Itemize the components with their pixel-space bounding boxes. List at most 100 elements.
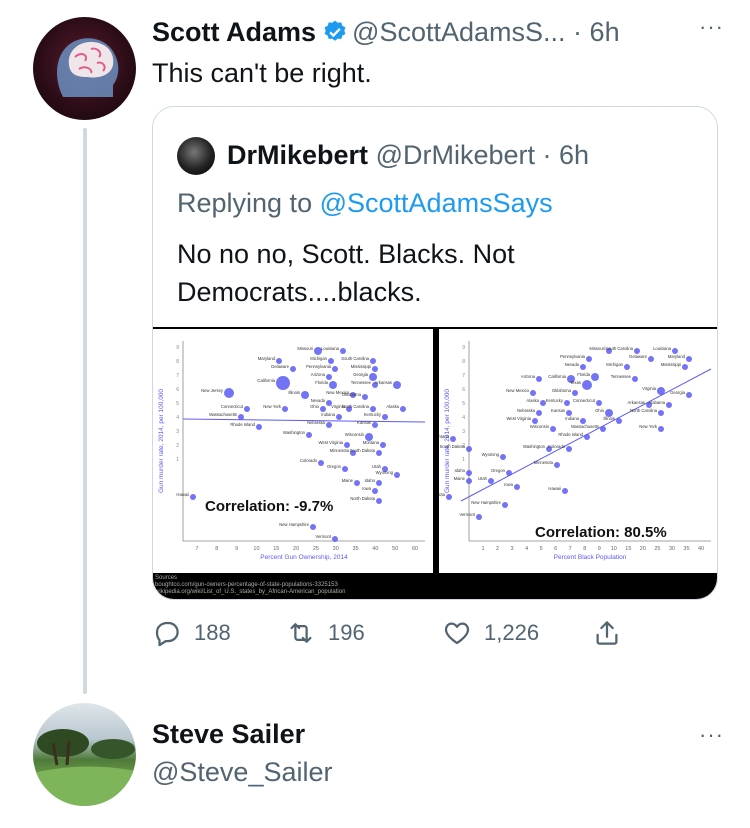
reply-count: 188 [194,620,231,645]
y-tick-label: 1 [462,457,465,463]
state-label: North Carolina [342,404,370,409]
quoted-tweet-card[interactable]: DrMikebert @DrMikebert · 6h Replying to … [152,106,718,600]
like-button[interactable]: 1,226 [442,618,539,648]
state-label: Kentucky [546,398,564,403]
tweet-time[interactable]: 6h [590,17,620,47]
regression-line [182,418,426,423]
x-tick-label: 25 [313,546,319,552]
next-tweet-author-handle[interactable]: @Steve_Sailer [152,754,333,790]
data-point [466,446,472,452]
data-point [550,426,556,432]
data-point [376,450,382,456]
data-point [336,414,342,420]
state-label: Louisiana [653,346,672,351]
retweet-count: 196 [328,620,365,645]
y-tick-label: 6 [176,387,179,393]
next-tweet-author-name[interactable]: Steve Sailer [152,716,305,752]
x-tick-label: 20 [293,546,299,552]
state-label: New Jersey [201,388,224,393]
data-point [382,414,388,420]
data-point [332,366,338,372]
x-tick-label: 10 [611,546,617,552]
y-tick-label: 9 [462,345,465,351]
state-label: Hawaii [176,492,189,497]
attached-chart-image[interactable]: 1 2 3 4 5 6 7 8 9 7 8 9 10 15 20 25 30 35 40 50 60 Percent Gu… [153,327,717,599]
state-label: Iowa [362,486,372,491]
reply-button[interactable]: 188 [152,618,231,648]
data-point [657,387,665,395]
x-tick-label: 40 [698,546,704,552]
y-tick-label: 9 [176,345,179,351]
state-label: Michigan [606,362,623,367]
state-label: Colorado [548,444,566,449]
state-label: Oklahoma [552,388,572,393]
state-label: Oregon [327,464,342,469]
author-name[interactable]: Scott Adams [152,17,316,47]
state-label: Wyoming [376,470,394,475]
data-point [564,400,570,406]
state-label: Arkansas [628,400,645,405]
more-icon[interactable]: ··· [699,722,724,748]
data-point [666,402,672,408]
data-point [372,422,378,428]
share-button[interactable] [592,618,634,648]
state-label: Minnesota [330,448,350,453]
data-point [342,466,348,472]
state-label: Arizona [311,372,326,377]
state-label: Tennessee [611,374,632,379]
quote-time: 6h [559,140,590,170]
state-label: Maine [454,476,466,481]
state-label: Ohio [310,404,320,409]
y-axis-label: Gun murder rate, 2014, per 100,000 [444,389,451,493]
state-label: Delaware [271,364,289,369]
x-tick-label: 15 [273,546,279,552]
data-point [600,426,606,432]
share-icon [596,621,618,645]
x-tick-label: 8 [583,546,586,552]
data-point [572,390,578,396]
y-tick-label: 8 [176,359,179,365]
retweet-button[interactable]: 196 [286,618,365,648]
state-label: Maryland [258,356,276,361]
state-label: Nebraska [307,420,326,425]
state-label: South Dakota [440,444,466,449]
y-tick-label: 1 [176,457,179,463]
like-icon [444,622,470,645]
y-tick-label: 3 [462,429,465,435]
state-label: Wisconsin [345,432,365,437]
state-label: Hawaii [548,486,561,491]
y-tick-label: 7 [176,373,179,379]
state-label: West Virginia [318,440,343,445]
data-point [372,488,378,494]
avatar[interactable] [33,703,136,806]
replying-to-line: Replying to @ScottAdamsSays [177,185,553,221]
gun-ownership-scatter-panel: 1 2 3 4 5 6 7 8 9 7 8 9 10 15 20 25 30 35 40 50 60 Percent Gu… [153,329,433,573]
data-point [394,472,400,478]
data-point [276,376,290,390]
tweet-header: Scott Adams @ScottAdamsS... · 6h [152,14,620,54]
x-tick-label: 7 [569,546,572,552]
state-label: Oregon [491,468,506,473]
x-tick-label: 40 [372,546,378,552]
x-tick-label: 35 [352,546,358,552]
state-label: Vermont [459,512,475,517]
avatar[interactable] [33,17,136,120]
y-axis-label: Gun murder rate, 2014, per 100,000 [158,389,165,493]
state-label: Texas [570,380,581,385]
data-point [256,424,262,430]
x-tick-label: 7 [195,546,198,552]
author-handle[interactable]: @ScottAdamsS... [352,17,565,47]
data-point [584,434,590,440]
quote-avatar [177,137,215,175]
x-tick-label: 4 [525,546,528,552]
state-label: Virginia [642,386,657,391]
data-point [244,406,250,412]
gun-ownership-scatter-chart: 1 2 3 4 5 6 7 8 9 7 8 9 10 15 20 25 30 35 40 50 60 Percent Gu… [158,341,426,561]
state-label: Idaho [455,468,466,473]
more-icon[interactable]: ··· [699,14,724,40]
data-point [502,502,508,508]
data-point [591,373,599,381]
replying-mention-link[interactable]: @ScottAdamsSays [320,188,553,218]
state-label: Florida [577,372,590,377]
x-tick-label: 60 [412,546,418,552]
